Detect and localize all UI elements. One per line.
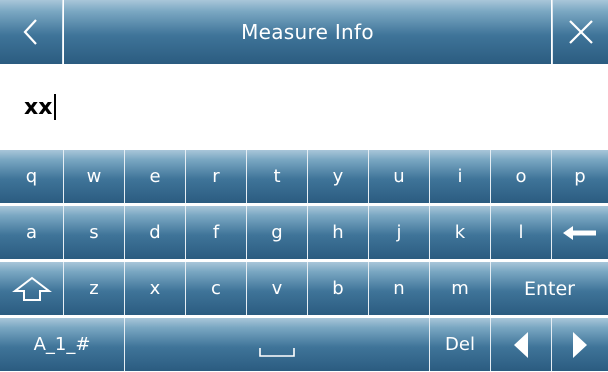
key-i[interactable]: i — [430, 150, 491, 203]
cursor-left-key[interactable] — [491, 318, 552, 371]
key-h[interactable]: h — [308, 206, 369, 259]
key-k[interactable]: k — [430, 206, 491, 259]
key-p[interactable]: p — [552, 150, 608, 203]
backspace-key[interactable] — [552, 206, 608, 259]
on-screen-keyboard: q w e r t y u i o p a s d f g h j k l z … — [0, 150, 608, 372]
key-j[interactable]: j — [369, 206, 430, 259]
symbols-key[interactable]: A_1_# — [0, 318, 125, 371]
key-r[interactable]: r — [186, 150, 247, 203]
input-value: xx — [24, 94, 53, 120]
header-bar: Measure Info — [0, 0, 608, 66]
key-l[interactable]: l — [491, 206, 552, 259]
key-s[interactable]: s — [64, 206, 125, 259]
key-b[interactable]: b — [308, 262, 369, 315]
key-a[interactable]: a — [0, 206, 64, 259]
close-icon — [568, 20, 593, 44]
key-u[interactable]: u — [369, 150, 430, 203]
text-input-field[interactable]: xx — [0, 64, 608, 150]
back-button[interactable] — [0, 0, 63, 64]
key-d[interactable]: d — [125, 206, 186, 259]
key-z[interactable]: z — [64, 262, 125, 315]
key-y[interactable]: y — [308, 150, 369, 203]
text-caret — [54, 94, 57, 120]
key-n[interactable]: n — [369, 262, 430, 315]
key-o[interactable]: o — [491, 150, 552, 203]
page-title-bar: Measure Info — [64, 0, 551, 64]
key-x[interactable]: x — [125, 262, 186, 315]
key-e[interactable]: e — [125, 150, 186, 203]
delete-key[interactable]: Del — [430, 318, 491, 371]
key-g[interactable]: g — [247, 206, 308, 259]
space-bar-icon — [259, 347, 295, 357]
cursor-right-key[interactable] — [552, 318, 608, 371]
enter-key[interactable]: Enter — [491, 262, 608, 315]
close-button[interactable] — [552, 0, 608, 64]
chevron-left-icon — [23, 19, 37, 45]
key-m[interactable]: m — [430, 262, 491, 315]
page-title: Measure Info — [241, 20, 374, 44]
space-key[interactable] — [125, 318, 430, 371]
key-f[interactable]: f — [186, 206, 247, 259]
key-c[interactable]: c — [186, 262, 247, 315]
triangle-left-icon — [514, 331, 528, 358]
key-v[interactable]: v — [247, 262, 308, 315]
shift-key[interactable] — [0, 262, 64, 315]
triangle-right-icon — [573, 331, 587, 358]
arrow-left-icon — [563, 225, 596, 240]
key-t[interactable]: t — [247, 150, 308, 203]
shift-arrow-up-icon — [11, 276, 52, 301]
key-q[interactable]: q — [0, 150, 64, 203]
key-w[interactable]: w — [64, 150, 125, 203]
